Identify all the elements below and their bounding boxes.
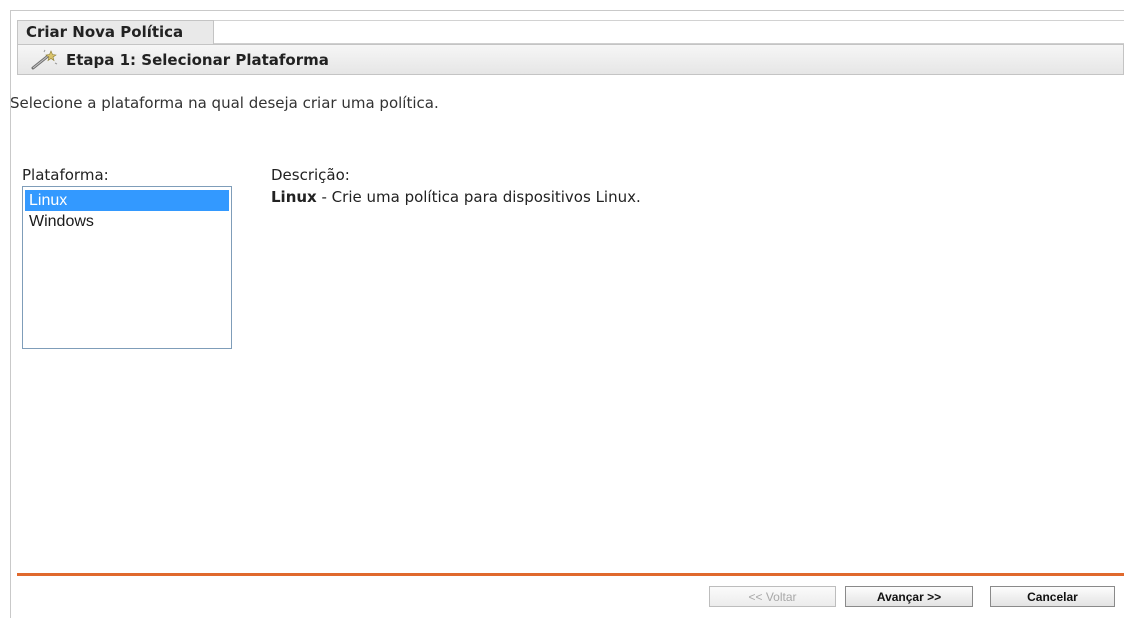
cancel-button[interactable]: Cancelar <box>990 586 1115 607</box>
platform-option-windows[interactable]: Windows <box>25 211 229 232</box>
tab-criar-nova-politica[interactable]: Criar Nova Política <box>17 20 214 44</box>
tab-strip <box>214 20 1124 44</box>
description-text: Linux - Crie uma política para dispositi… <box>271 188 641 206</box>
step-title: Etapa 1: Selecionar Plataforma <box>66 50 329 69</box>
back-button[interactable]: << Voltar <box>709 586 836 607</box>
description-platform-name: Linux <box>271 188 317 206</box>
wand-icon <box>30 49 58 71</box>
footer-divider <box>17 573 1124 576</box>
description-label: Descrição: <box>271 166 350 184</box>
frame-top-border <box>10 10 1124 11</box>
step-header: Etapa 1: Selecionar Plataforma <box>17 44 1124 75</box>
platform-option-linux[interactable]: Linux <box>25 190 229 211</box>
platform-listbox[interactable]: Linux Windows <box>22 186 232 349</box>
description-body: - Crie uma política para dispositivos Li… <box>316 188 641 206</box>
instruction-text: Selecione a plataforma na qual deseja cr… <box>10 94 439 112</box>
next-button[interactable]: Avançar >> <box>845 586 973 607</box>
platform-label: Plataforma: <box>22 166 109 184</box>
